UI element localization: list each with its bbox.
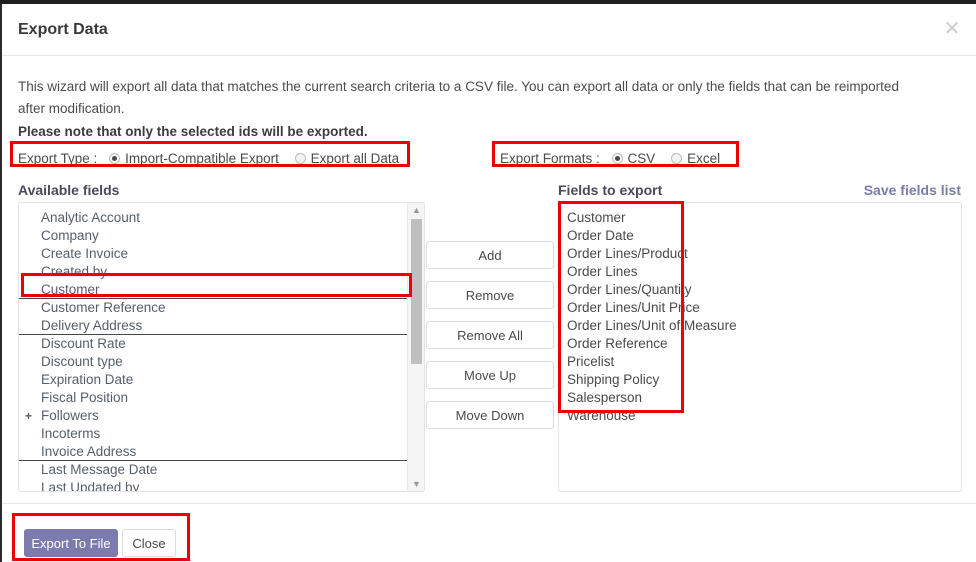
available-field-item[interactable]: Customer Reference — [19, 299, 408, 317]
close-icon[interactable]: ✕ — [940, 17, 964, 41]
available-field-label: Discount Rate — [41, 336, 126, 351]
available-field-item[interactable]: Fiscal Position — [19, 389, 408, 407]
available-field-label: Followers — [41, 408, 99, 423]
available-field-item[interactable]: Delivery Address — [19, 317, 408, 335]
available-field-item[interactable]: Last Updated by — [19, 479, 408, 492]
move-down-button[interactable]: Move Down — [426, 401, 554, 429]
move-up-button[interactable]: Move Up — [426, 361, 554, 389]
export-field-item[interactable]: Order Reference — [559, 335, 961, 353]
export-format-group: Export Formats : CSV Excel — [500, 149, 732, 169]
export-field-item[interactable]: Order Lines/Product — [559, 245, 961, 263]
available-field-item[interactable]: Analytic Account — [19, 209, 408, 227]
wizard-description: This wizard will export all data that ma… — [18, 79, 899, 116]
selection-note: Please note that only the selected ids w… — [18, 124, 368, 139]
remove-button[interactable]: Remove — [426, 281, 554, 309]
available-field-item[interactable]: Expiration Date — [19, 371, 408, 389]
radio-icon[interactable] — [109, 153, 121, 164]
export-format-option-excel[interactable]: Excel — [671, 149, 720, 169]
available-field-label: Discount type — [41, 354, 123, 369]
available-field-label: Invoice Address — [41, 444, 137, 459]
available-field-item[interactable]: Created by — [19, 263, 408, 281]
available-field-label: Incoterms — [41, 426, 101, 441]
available-field-item[interactable]: Discount Rate — [19, 335, 408, 353]
expand-icon[interactable]: + — [25, 407, 32, 425]
export-field-item[interactable]: Warehouse — [559, 407, 961, 425]
available-field-label: Delivery Address — [41, 318, 143, 333]
available-field-label: Expiration Date — [41, 372, 134, 387]
export-type-group: Export Type : Import-Compatible Export E… — [18, 149, 411, 169]
export-format-option-label: Excel — [687, 151, 721, 166]
add-button[interactable]: Add — [426, 241, 554, 269]
available-field-label: Last Updated by — [41, 480, 140, 492]
export-format-option-label: CSV — [627, 151, 656, 166]
radio-icon[interactable] — [671, 153, 683, 164]
fields-to-export-heading: Fields to export — [558, 182, 663, 198]
export-field-item[interactable]: Order Lines/Quantity — [559, 281, 961, 299]
available-field-label: Created by — [41, 264, 108, 279]
available-field-label: Customer — [41, 282, 100, 297]
available-field-item[interactable]: Customer — [19, 281, 408, 299]
export-field-item[interactable]: Order Lines — [559, 263, 961, 281]
export-field-item[interactable]: Salesperson — [559, 389, 961, 407]
available-field-item[interactable]: Invoice Address — [19, 443, 408, 461]
transfer-button-group: Add Remove Remove All Move Up Move Down — [426, 241, 554, 441]
available-field-label: Analytic Account — [41, 210, 141, 225]
available-field-item[interactable]: Incoterms — [19, 425, 408, 443]
available-fields-list[interactable]: Analytic Account Company Create Invoice Cre… — [18, 202, 425, 492]
scroll-down-icon[interactable]: ▼ — [408, 477, 424, 491]
export-format-label: Export Formats : — [500, 151, 600, 166]
available-fields-heading: Available fields — [18, 182, 120, 198]
available-fields-scrollbar[interactable]: ▲ ▼ — [407, 203, 424, 491]
available-field-label: Create Invoice — [41, 246, 129, 261]
available-field-item[interactable]: Company — [19, 227, 408, 245]
export-type-option-all-data[interactable]: Export all Data — [294, 149, 400, 169]
export-format-option-csv[interactable]: CSV — [611, 149, 656, 169]
dialog-header: Export Data ✕ — [2, 4, 976, 56]
export-type-option-label: Import-Compatible Export — [125, 151, 279, 166]
export-to-file-button[interactable]: Export To File — [24, 529, 118, 557]
export-field-item[interactable]: Order Lines/Unit of Measure — [559, 317, 961, 335]
scrollbar-thumb[interactable] — [411, 219, 422, 364]
export-field-item[interactable]: Customer — [559, 209, 961, 227]
remove-all-button[interactable]: Remove All — [426, 321, 554, 349]
dialog-body: This wizard will export all data that ma… — [2, 56, 976, 503]
export-type-option-label: Export all Data — [310, 151, 400, 166]
page-title: Export Data — [18, 21, 108, 38]
export-field-item[interactable]: Order Date — [559, 227, 961, 245]
available-field-label: Fiscal Position — [41, 390, 129, 405]
close-button[interactable]: Close — [122, 529, 176, 557]
export-field-item[interactable]: Order Lines/Unit Price — [559, 299, 961, 317]
available-field-label: Customer Reference — [41, 300, 166, 315]
scroll-up-icon[interactable]: ▲ — [408, 203, 424, 217]
save-fields-list-link[interactable]: Save fields list — [864, 182, 961, 198]
export-type-option-import-compatible[interactable]: Import-Compatible Export — [109, 149, 279, 169]
radio-icon[interactable] — [611, 153, 623, 164]
available-field-item[interactable]: Discount type — [19, 353, 408, 371]
available-field-label: Company — [41, 228, 99, 243]
export-field-item[interactable]: Pricelist — [559, 353, 961, 371]
export-type-label: Export Type : — [18, 151, 98, 166]
available-field-label: Last Message Date — [41, 462, 158, 477]
available-field-item[interactable]: Last Message Date — [19, 461, 408, 479]
dialog-footer: Export To File Close — [2, 503, 976, 562]
fields-to-export-list[interactable]: Customer Order Date Order Lines/Product Ord… — [558, 202, 962, 492]
export-data-dialog: Export Data ✕ This wizard will export al… — [2, 4, 976, 562]
export-field-item[interactable]: Shipping Policy — [559, 371, 961, 389]
available-field-item[interactable]: + Followers — [19, 407, 408, 425]
radio-icon[interactable] — [294, 153, 306, 164]
available-field-item[interactable]: Create Invoice — [19, 245, 408, 263]
